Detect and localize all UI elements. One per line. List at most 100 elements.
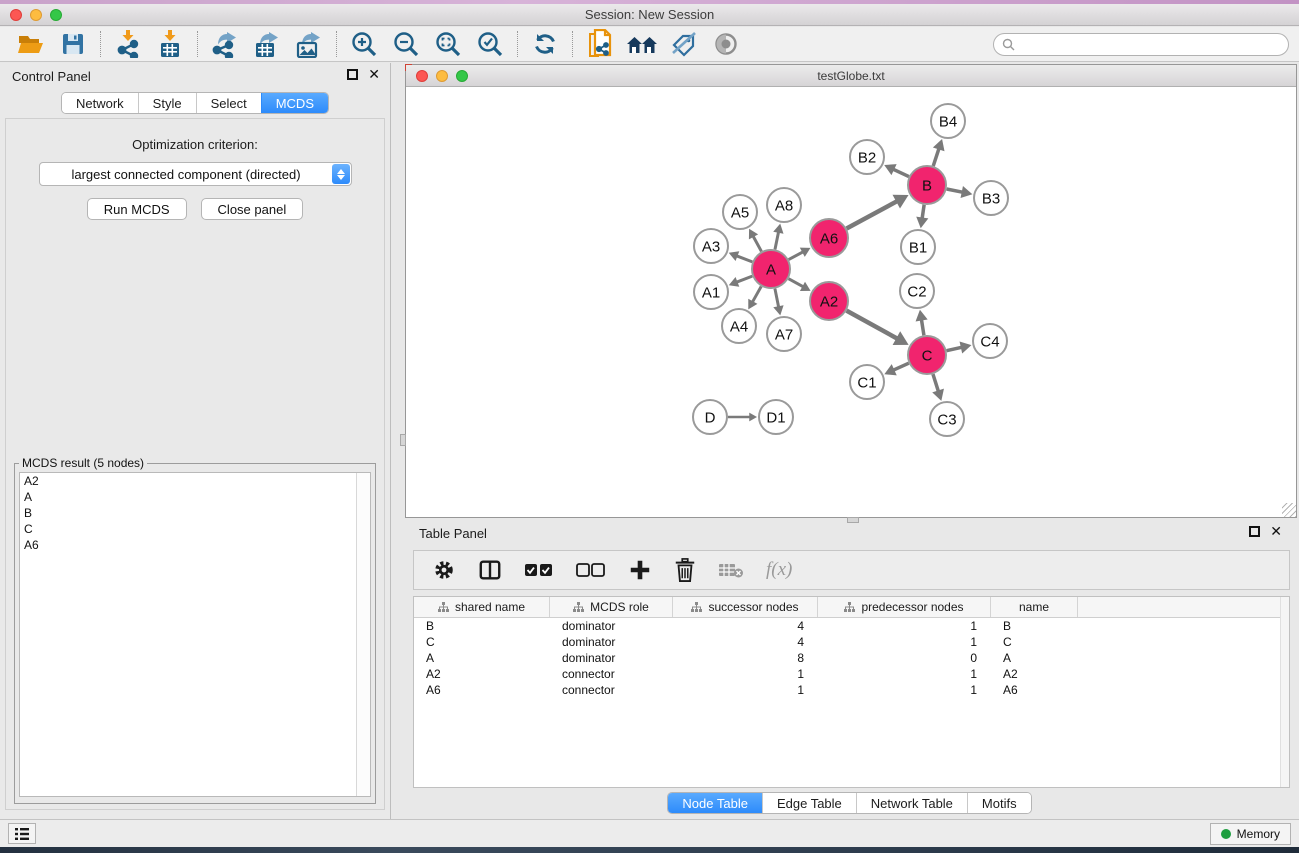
- import-table-button[interactable]: [149, 29, 191, 59]
- open-session-button[interactable]: [10, 29, 52, 59]
- table-row[interactable]: A6connector11A6: [414, 682, 1289, 698]
- tab-edge-table[interactable]: Edge Table: [762, 793, 856, 813]
- table-cell[interactable]: A6: [414, 683, 550, 697]
- table-cell[interactable]: 4: [673, 619, 818, 633]
- result-list-item[interactable]: C: [20, 521, 370, 537]
- graph-node-D1[interactable]: D1: [759, 400, 793, 434]
- table-cell[interactable]: A: [414, 651, 550, 665]
- graph-node-A6[interactable]: A6: [810, 219, 848, 257]
- graph-node-A4[interactable]: A4: [722, 309, 756, 343]
- show-column-panel-icon[interactable]: [478, 558, 502, 582]
- table-cell[interactable]: A2: [414, 667, 550, 681]
- new-network-from-selection-button[interactable]: [579, 29, 621, 59]
- import-network-button[interactable]: [107, 29, 149, 59]
- graph-node-C4[interactable]: C4: [973, 324, 1007, 358]
- save-session-button[interactable]: [52, 29, 94, 59]
- table-cell[interactable]: B: [414, 619, 550, 633]
- window-resize-grip[interactable]: [1282, 503, 1296, 517]
- zoom-in-button[interactable]: [343, 29, 385, 59]
- table-settings-gear-icon[interactable]: [432, 558, 456, 582]
- table-cell[interactable]: C: [991, 635, 1078, 649]
- table-cell[interactable]: C: [414, 635, 550, 649]
- result-list-scrollbar[interactable]: [356, 473, 370, 796]
- search-input[interactable]: [1015, 36, 1288, 54]
- result-list-item[interactable]: A2: [20, 473, 370, 489]
- zoom-selected-button[interactable]: [469, 29, 511, 59]
- table-cell[interactable]: dominator: [550, 619, 673, 633]
- show-graphics-details-button[interactable]: [705, 29, 747, 59]
- graph-edge-B-B3[interactable]: [947, 189, 964, 192]
- left-edge-handle[interactable]: [400, 434, 406, 446]
- node-table[interactable]: shared nameMCDS rolesuccessor nodesprede…: [413, 596, 1290, 788]
- result-list-item[interactable]: A6: [20, 537, 370, 553]
- graph-edge-C-C3[interactable]: [933, 374, 939, 392]
- memory-button[interactable]: Memory: [1210, 823, 1291, 845]
- tab-style[interactable]: Style: [138, 93, 196, 113]
- search-field[interactable]: [993, 33, 1289, 56]
- table-cell[interactable]: connector: [550, 683, 673, 697]
- column-header-predecessor-nodes[interactable]: predecessor nodes: [818, 597, 991, 617]
- result-list-item[interactable]: B: [20, 505, 370, 521]
- graph-edge-C-C1[interactable]: [892, 363, 908, 370]
- table-row[interactable]: A2connector11A2: [414, 666, 1289, 682]
- graph-node-A8[interactable]: A8: [767, 188, 801, 222]
- graph-edge-B-B1[interactable]: [922, 205, 924, 220]
- apply-layout-button[interactable]: [524, 29, 566, 59]
- close-table-panel-icon[interactable]: ✕: [1270, 526, 1282, 537]
- graph-edge-B-B2[interactable]: [892, 169, 909, 177]
- graph-node-A2[interactable]: A2: [810, 282, 848, 320]
- graph-node-B4[interactable]: B4: [931, 104, 965, 138]
- graph-node-A3[interactable]: A3: [694, 229, 728, 263]
- task-history-button[interactable]: [8, 823, 36, 844]
- table-cell[interactable]: 1: [818, 635, 991, 649]
- zoom-fit-button[interactable]: [427, 29, 469, 59]
- first-neighbors-button[interactable]: [621, 29, 663, 59]
- column-header-successor-nodes[interactable]: successor nodes: [673, 597, 818, 617]
- graph-node-A1[interactable]: A1: [694, 275, 728, 309]
- table-cell[interactable]: dominator: [550, 651, 673, 665]
- column-header-MCDS-role[interactable]: MCDS role: [550, 597, 673, 617]
- tab-node-table[interactable]: Node Table: [668, 793, 762, 813]
- table-cell[interactable]: 1: [818, 683, 991, 697]
- table-row[interactable]: Cdominator41C: [414, 634, 1289, 650]
- run-mcds-button[interactable]: Run MCDS: [87, 198, 187, 220]
- export-network-button[interactable]: [204, 29, 246, 59]
- graph-node-B1[interactable]: B1: [901, 230, 935, 264]
- network-canvas[interactable]: B4B2BB3A8A5A6A3B1AA1C2A2A4A7C4CC1DD1C3: [406, 87, 1296, 517]
- graph-edge-C-C2[interactable]: [921, 319, 924, 336]
- graph-edge-A6-B[interactable]: [847, 201, 898, 229]
- table-row[interactable]: Adominator80A: [414, 650, 1289, 666]
- optimization-criterion-select[interactable]: largest connected component (directed): [39, 162, 352, 186]
- table-cell[interactable]: A6: [991, 683, 1078, 697]
- table-cell[interactable]: dominator: [550, 635, 673, 649]
- table-cell[interactable]: 1: [818, 667, 991, 681]
- graph-edge-A-A6[interactable]: [789, 251, 804, 259]
- table-cell[interactable]: connector: [550, 667, 673, 681]
- tab-network-table[interactable]: Network Table: [856, 793, 967, 813]
- network-window-titlebar[interactable]: testGlobe.txt: [406, 65, 1296, 87]
- graph-edge-A-A3[interactable]: [736, 255, 753, 261]
- graph-node-C[interactable]: C: [908, 336, 946, 374]
- tab-network[interactable]: Network: [62, 93, 138, 113]
- graph-edge-B-B4[interactable]: [933, 147, 939, 166]
- column-header-shared-name[interactable]: shared name: [414, 597, 550, 617]
- graph-edge-A-A5[interactable]: [753, 235, 762, 251]
- float-panel-icon[interactable]: [347, 69, 358, 80]
- table-cell[interactable]: A2: [991, 667, 1078, 681]
- table-cell[interactable]: 1: [818, 619, 991, 633]
- graph-node-C2[interactable]: C2: [900, 274, 934, 308]
- graph-node-C1[interactable]: C1: [850, 365, 884, 399]
- tab-mcds[interactable]: MCDS: [261, 93, 328, 113]
- table-scrollbar[interactable]: [1280, 597, 1289, 787]
- graph-node-C3[interactable]: C3: [930, 402, 964, 436]
- graph-node-A7[interactable]: A7: [767, 317, 801, 351]
- graph-node-A5[interactable]: A5: [723, 195, 757, 229]
- graph-edge-A-A8[interactable]: [775, 231, 779, 250]
- tab-select[interactable]: Select: [196, 93, 261, 113]
- graph-node-B3[interactable]: B3: [974, 181, 1008, 215]
- table-cell[interactable]: 0: [818, 651, 991, 665]
- hide-labels-button[interactable]: [663, 29, 705, 59]
- mcds-result-list[interactable]: A2ABCA6: [19, 472, 371, 797]
- tab-motifs[interactable]: Motifs: [967, 793, 1031, 813]
- delete-column-trash-icon[interactable]: [674, 558, 696, 582]
